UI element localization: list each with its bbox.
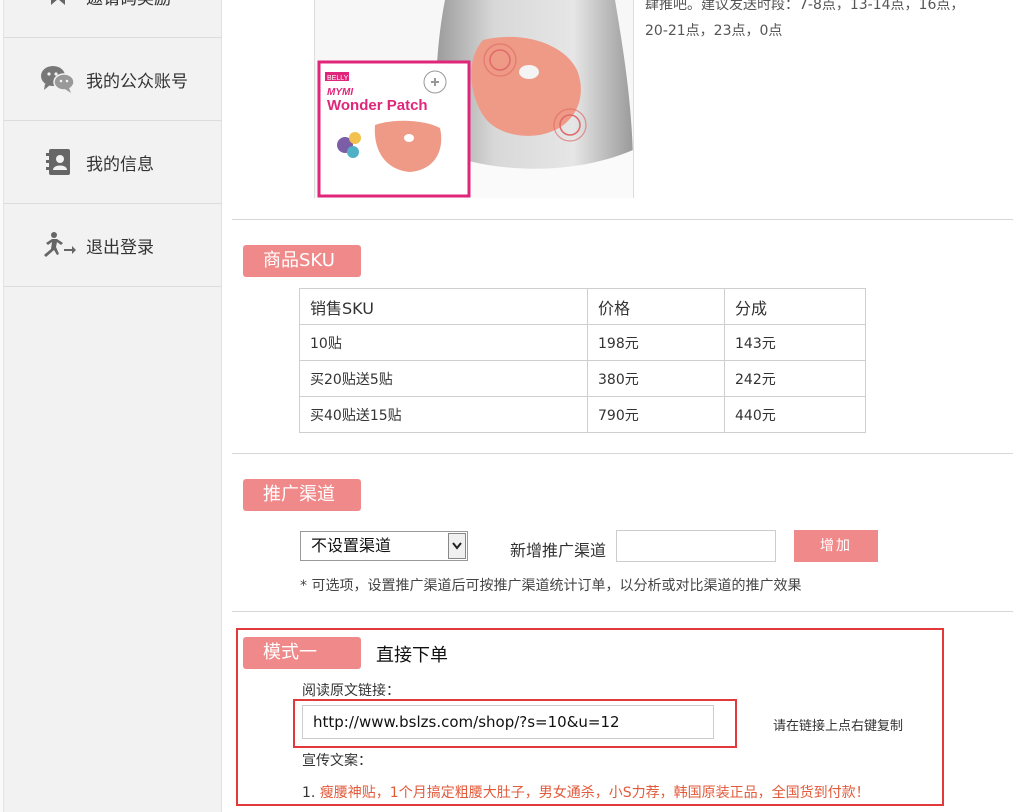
channel-select[interactable]: 不设置渠道 xyxy=(300,531,468,561)
sidebar-item-label: 我的信息 xyxy=(86,154,154,175)
sku-table: 销售SKU 价格 分成 10贴 198元 143元 买20贴送5贴 380元 2… xyxy=(299,288,866,433)
promo-text[interactable]: 瘦腰神贴，1个月搞定粗腰大肚子，男女通杀，小S力荐，韩国原装正品，全国货到付款！ xyxy=(320,785,870,801)
bookmark-icon xyxy=(40,0,76,12)
table-row: 买20贴送5贴 380元 242元 xyxy=(299,360,866,397)
sidebar-item-invite-reward[interactable]: 邀请码奖励 xyxy=(4,0,222,38)
running-exit-icon xyxy=(40,229,76,261)
promo-index: 1. xyxy=(302,785,316,801)
package-badge-text: BELLY xyxy=(327,75,349,82)
table-header-row: 销售SKU 价格 分成 xyxy=(299,288,866,325)
package-product-name: Wonder Patch xyxy=(327,97,428,114)
table-cell: 380元 xyxy=(587,360,725,397)
sku-section-title: 商品SKU xyxy=(243,245,361,277)
table-cell: 买40贴送15贴 xyxy=(299,396,588,433)
list-item: 1. 瘦腰神贴，1个月搞定粗腰大肚子，男女通杀，小S力荐，韩国原装正品，全国货到… xyxy=(302,782,870,802)
sidebar-item-my-info[interactable]: 我的信息 xyxy=(4,121,222,204)
divider xyxy=(232,219,1013,220)
main-content: BELLY MYMI Wonder Patch 肆推吧。建议发送时段：7-8点，… xyxy=(232,0,1014,812)
table-row: 买40贴送15贴 790元 440元 xyxy=(299,396,866,433)
wechat-icon xyxy=(40,63,76,95)
link-field[interactable]: http://www.bslzs.com/shop/?s=10&u=12 xyxy=(302,705,714,739)
channel-section-title: 推广渠道 xyxy=(243,479,361,511)
copy-hint: 请在链接上点右键复制 xyxy=(773,719,904,734)
new-channel-input[interactable] xyxy=(616,530,776,562)
table-cell: 10贴 xyxy=(299,324,588,361)
new-channel-label: 新增推广渠道 xyxy=(510,541,607,560)
divider xyxy=(232,453,1013,454)
table-cell: 440元 xyxy=(724,396,866,433)
table-cell: 790元 xyxy=(587,396,725,433)
promo-label: 宣传文案： xyxy=(302,753,372,769)
table-row: 10贴 198元 143元 xyxy=(299,324,866,361)
product-description: 肆推吧。建议发送时段：7-8点，13-14点，16点，20-21点，23点，0点 xyxy=(645,0,965,39)
channel-note: * 可选项，设置推广渠道后可按推广渠道统计订单，以分析或对比渠道的推广效果 xyxy=(300,578,802,594)
channel-select-value: 不设置渠道 xyxy=(311,536,392,555)
column-header: 销售SKU xyxy=(299,288,588,325)
column-header: 分成 xyxy=(724,288,866,325)
chevron-down-icon[interactable] xyxy=(448,533,466,559)
sidebar-item-label: 退出登录 xyxy=(86,237,154,258)
product-image: BELLY MYMI Wonder Patch xyxy=(314,0,634,198)
read-link-label: 阅读原文链接： xyxy=(302,683,400,699)
table-cell: 242元 xyxy=(724,360,866,397)
divider xyxy=(232,611,1013,612)
column-header: 价格 xyxy=(587,288,725,325)
table-cell: 买20贴送5贴 xyxy=(299,360,588,397)
table-cell: 143元 xyxy=(724,324,866,361)
mode-badge: 模式一 xyxy=(243,637,361,669)
sidebar-item-label: 我的公众账号 xyxy=(86,71,188,92)
sidebar-item-logout[interactable]: 退出登录 xyxy=(4,204,222,287)
contact-book-icon xyxy=(40,146,76,178)
add-channel-button[interactable]: 增加 xyxy=(794,530,878,562)
sidebar: 邀请码奖励 我的公众账号 我的信息 xyxy=(0,0,222,812)
mode-title: 直接下单 xyxy=(376,645,448,666)
sidebar-item-official-account[interactable]: 我的公众账号 xyxy=(4,38,222,121)
sidebar-item-label: 邀请码奖励 xyxy=(86,0,171,9)
table-cell: 198元 xyxy=(587,324,725,361)
